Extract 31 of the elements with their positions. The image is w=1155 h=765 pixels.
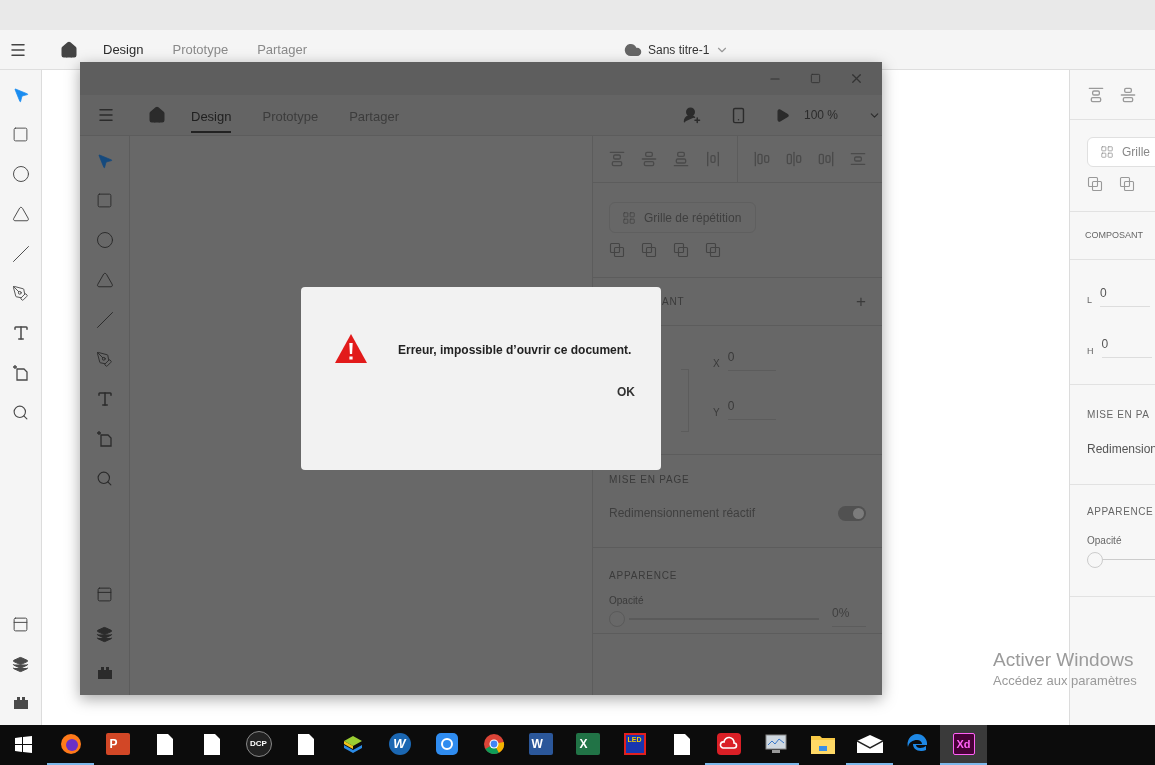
section-heading: APPARENCE [1087, 505, 1155, 519]
activation-subtitle: Accédez aux paramètres [993, 672, 1137, 690]
spreadsheet-icon: X [575, 733, 600, 755]
field-label: H [1087, 344, 1094, 358]
taskbar-button[interactable]: X [564, 725, 611, 765]
nav-tab[interactable]: Prototype [172, 33, 229, 66]
height-field[interactable]: 0 [1101, 335, 1152, 358]
word-processor-icon: W [528, 733, 553, 755]
width-field[interactable]: 0 [1100, 284, 1150, 307]
ok-button[interactable]: OK [609, 379, 643, 405]
nav-tab[interactable]: Partager [257, 33, 307, 66]
section-heading: MISE EN PA [1087, 408, 1151, 422]
taskbar-button[interactable]: DCP [235, 725, 282, 765]
disc-app-icon: DCP [245, 731, 272, 757]
taskbar-button[interactable]: W [376, 725, 423, 765]
blog-app-icon: W [388, 733, 411, 755]
section-heading: COMPOSANT [1085, 228, 1143, 242]
nav-tab[interactable]: Design [191, 101, 232, 133]
taskbar-button[interactable]: P [94, 725, 141, 765]
document-title[interactable]: Sans titre-1 [648, 41, 710, 59]
repeat-grid-button[interactable]: Grille [1087, 137, 1155, 167]
activation-title: Activer Windows [993, 649, 1135, 671]
opacity-label: Opacité [1087, 534, 1123, 548]
taskbar-button[interactable]: W [517, 725, 564, 765]
zoom-level[interactable]: 100 % [804, 106, 839, 124]
design-app-icon: Xd [952, 733, 975, 755]
nav-tab[interactable]: Design [103, 33, 144, 66]
error-message: Erreur, impossible d’ouvrir ce document. [398, 342, 632, 359]
taskbar-button[interactable]: Xd [940, 725, 987, 765]
presentation-app-icon: P [105, 733, 130, 755]
field-label: L [1087, 293, 1092, 307]
